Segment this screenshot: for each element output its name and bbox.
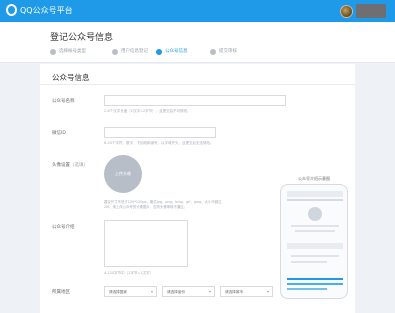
intro-label: 公众号介绍 <box>52 225 75 230</box>
step-label: 用户信息登记 <box>121 49 148 54</box>
step-dot-icon <box>50 49 56 55</box>
phone-status-bar <box>287 191 343 197</box>
avatar-upload[interactable]: 上传头像 <box>104 155 142 193</box>
preview-line <box>295 230 335 232</box>
avatar-optional-text: （选填） <box>70 163 88 168</box>
page-title: 登记公众号信息 <box>50 33 114 43</box>
account-avatar-placeholder-icon <box>308 207 322 221</box>
avatar-upload-text: 上传头像 <box>115 171 131 176</box>
preview-line <box>291 261 327 263</box>
name-label: 公众号名称 <box>52 99 75 104</box>
chevron-down-icon: ▾ <box>266 289 269 294</box>
preview-title: 公众号介绍示意图 <box>298 176 330 181</box>
preview-line <box>291 225 339 227</box>
avatar-label-text: 头像设置 <box>52 163 70 168</box>
chevron-down-icon: ▾ <box>150 289 153 294</box>
form-panel: 公众号信息 公众号名称 2-8个汉字长度（1汉字=2字节），且提交后不可修改。 … <box>40 64 355 313</box>
province-select[interactable]: 请选择省份 ▾ <box>162 286 215 297</box>
step-dot-icon <box>156 49 162 55</box>
wechat-id-label: 微信ID <box>52 131 66 136</box>
qq-logo-icon <box>6 4 17 16</box>
phone-title-bar <box>287 199 343 201</box>
country-select[interactable]: 请选择国家 ▾ <box>104 286 157 297</box>
city-select[interactable]: 请选择城市 ▾ <box>220 286 273 297</box>
step-label: 提交审核 <box>219 49 237 54</box>
user-avatar[interactable] <box>340 5 353 18</box>
step-indicator: 选择帐号类型 用户信息登记 公众号信息 提交审核 <box>50 48 350 58</box>
step-label: 公众号信息 <box>165 49 188 54</box>
avatar-hint-2: 2M。请上传公众号的头像图片，否则头像审核不通过。 <box>104 205 188 209</box>
platform-logo-text: QQ公众号平台 <box>20 6 73 15</box>
section-divider <box>40 84 355 85</box>
preview-follow-button <box>287 243 343 249</box>
step-label: 选择帐号类型 <box>59 49 86 54</box>
page-header: 登记公众号信息 选择帐号类型 用户信息登记 公众号信息 提交审核 <box>0 22 395 63</box>
wechat-id-input[interactable] <box>104 127 216 138</box>
intro-hint: 4-120字节中（1字节=1汉字） <box>104 271 154 275</box>
preview-highlight-line <box>287 288 327 290</box>
city-select-value: 请选择城市 <box>225 290 243 294</box>
platform-logo[interactable]: QQ公众号平台 <box>6 4 76 18</box>
step-dot-icon <box>210 49 216 55</box>
preview-highlight-line <box>287 278 343 280</box>
section-title: 公众号信息 <box>52 73 90 82</box>
region-label: 所属地区 <box>52 290 70 295</box>
avatar-label: 头像设置（选填） <box>52 162 88 168</box>
intro-textarea[interactable] <box>104 220 188 267</box>
top-nav-bar: QQ公众号平台 <box>0 0 395 22</box>
step-dot-icon <box>112 49 118 55</box>
province-select-value: 请选择省份 <box>167 290 185 294</box>
name-hint: 2-8个汉字长度（1汉字=2字节），且提交后不可修改。 <box>104 109 191 113</box>
wechat-id-hint: 6-20个字符，数字、下划线和减号，以字母开头，且提交后无法修改。 <box>104 141 214 145</box>
chevron-down-icon: ▾ <box>208 289 211 294</box>
preview-line <box>291 255 339 257</box>
preview-highlight-line <box>287 283 343 285</box>
country-select-value: 请选择国家 <box>109 290 127 294</box>
user-name-box[interactable] <box>356 4 386 18</box>
name-input[interactable] <box>104 95 286 106</box>
phone-preview <box>280 184 348 299</box>
